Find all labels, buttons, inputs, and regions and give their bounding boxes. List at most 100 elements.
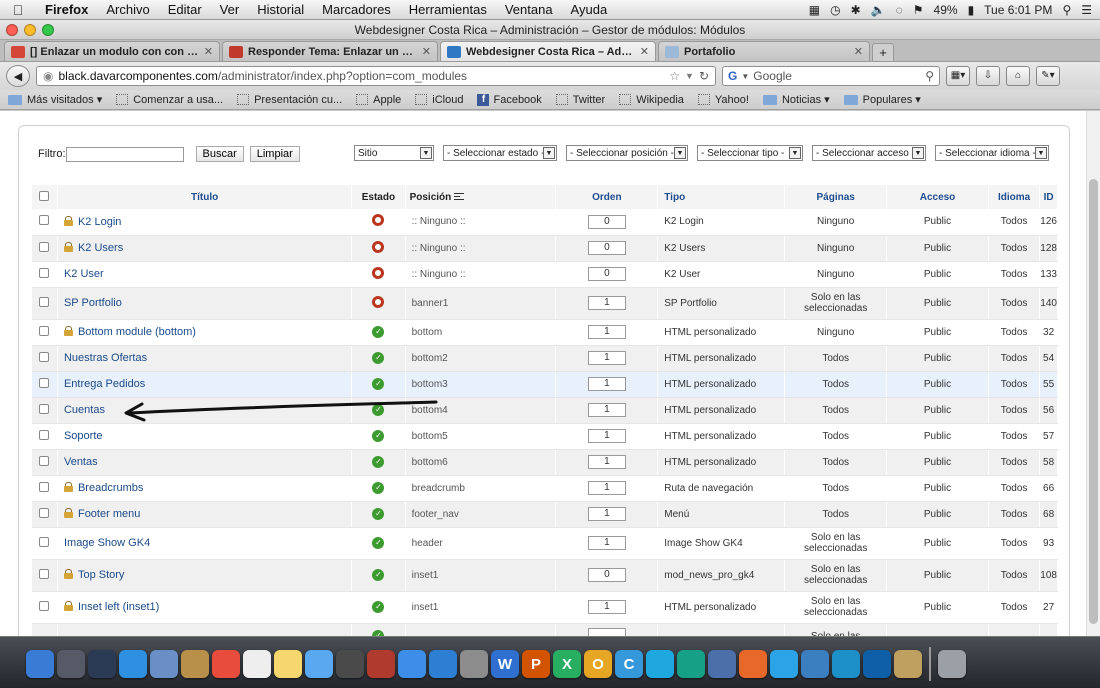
contacts-icon[interactable] — [181, 650, 209, 678]
browser-tab-2[interactable]: Responder Tema: Enlazar un m... ✕ — [222, 41, 438, 61]
search-engine-dropdown-icon[interactable]: ▼ — [741, 72, 749, 81]
mission-control-icon[interactable] — [88, 650, 116, 678]
row-checkbox[interactable] — [39, 241, 50, 252]
app-store-icon[interactable] — [429, 650, 457, 678]
xcode-icon[interactable] — [708, 650, 736, 678]
bookmarks-menu-button[interactable]: ▦▾ — [946, 66, 970, 86]
module-title-link[interactable]: Footer menu — [78, 508, 140, 520]
header-position[interactable]: Posición — [405, 185, 557, 209]
module-title-link[interactable]: Entrega Pedidos — [64, 378, 145, 390]
word-icon[interactable]: W — [491, 650, 519, 678]
module-title-link[interactable]: Soporte — [64, 430, 103, 442]
header-id[interactable]: ID — [1039, 185, 1058, 209]
communicator-icon[interactable]: C — [615, 650, 643, 678]
row-checkbox[interactable] — [39, 403, 50, 414]
published-check-icon[interactable]: ✓ — [372, 430, 385, 442]
close-window-button[interactable] — [6, 24, 18, 36]
position-select[interactable]: - Seleccionar posición - ▼ — [566, 145, 688, 161]
clock[interactable]: Tue 6:01 PM — [984, 3, 1052, 17]
reminders-icon[interactable] — [243, 650, 271, 678]
bookmark-item[interactable]: Más visitados ▾ — [8, 93, 102, 106]
notification-center-icon[interactable]: ☰ — [1081, 3, 1092, 17]
bluetooth-icon[interactable]: ✱ — [851, 3, 861, 17]
lock-icon[interactable] — [63, 482, 73, 492]
google-search-engine-icon[interactable]: G — [728, 69, 737, 83]
order-input[interactable]: 1 — [587, 296, 626, 310]
messages-icon[interactable] — [305, 650, 333, 678]
menu-item-historial[interactable]: Historial — [248, 2, 313, 17]
bookmark-item[interactable]: Populares ▾ — [843, 93, 921, 106]
order-input[interactable] — [587, 627, 626, 636]
order-input[interactable]: 1 — [587, 481, 626, 495]
filter-search-input[interactable] — [65, 146, 184, 162]
home-button[interactable]: ⌂ — [1006, 66, 1030, 86]
browser-tab-4[interactable]: Portafolio ✕ — [658, 41, 870, 61]
module-title-link[interactable]: Cuentas — [64, 404, 105, 416]
flag-icon[interactable]: ⚑ — [913, 3, 924, 17]
system-preferences-icon[interactable] — [460, 650, 488, 678]
menu-item-ventana[interactable]: Ventana — [496, 2, 562, 17]
clear-button[interactable]: Limpiar — [249, 146, 300, 162]
bookmark-item[interactable]: Noticias ▾ — [762, 93, 830, 106]
lock-icon[interactable] — [63, 601, 73, 611]
finder-icon[interactable] — [26, 650, 54, 678]
published-check-icon[interactable]: ✓ — [372, 482, 385, 494]
search-placeholder[interactable]: Google — [753, 69, 921, 83]
addon-button[interactable]: ✎▾ — [1036, 66, 1060, 86]
site-identity-icon[interactable]: ◉ — [43, 69, 53, 83]
spotlight-search-icon[interactable]: ⚲ — [1062, 3, 1071, 17]
module-title-link[interactable]: K2 User — [64, 268, 104, 280]
module-title-link[interactable]: K2 Users — [78, 242, 123, 254]
module-title-link[interactable]: Top Story — [78, 569, 124, 581]
lock-icon[interactable] — [63, 326, 73, 336]
browser-tab-1[interactable]: [] Enlazar un modulo con con u... ✕ — [4, 41, 220, 61]
messenger-icon[interactable] — [646, 650, 674, 678]
url-text[interactable]: black.davarcomponentes.com/administrator… — [58, 69, 664, 83]
module-title-link[interactable]: Ventas — [64, 456, 98, 468]
published-check-icon[interactable]: ✓ — [372, 601, 385, 613]
site-select[interactable]: Sitio ▼ — [354, 145, 434, 161]
photo-booth-icon[interactable] — [367, 650, 395, 678]
remote-desktop-icon[interactable] — [677, 650, 705, 678]
order-input[interactable]: 1 — [587, 507, 626, 521]
row-checkbox[interactable] — [39, 296, 50, 307]
close-tab-icon[interactable]: ✕ — [640, 45, 649, 58]
menu-item-editar[interactable]: Editar — [159, 2, 211, 17]
language-select[interactable]: - Seleccionar idioma - ▼ — [935, 145, 1049, 161]
published-check-icon[interactable]: ✓ — [372, 404, 385, 416]
order-input[interactable]: 1 — [587, 325, 626, 339]
unpublished-icon[interactable] — [372, 266, 385, 279]
row-checkbox[interactable] — [39, 351, 50, 362]
launchpad-icon[interactable] — [57, 650, 85, 678]
safari-icon[interactable] — [119, 650, 147, 678]
module-title-link[interactable]: Bottom module (bottom) — [78, 326, 196, 338]
mail-icon[interactable] — [150, 650, 178, 678]
lock-icon[interactable] — [63, 215, 73, 226]
menu-item-firefox[interactable]: Firefox — [36, 2, 97, 17]
pencil-icon[interactable] — [801, 650, 829, 678]
menu-item-ayuda[interactable]: Ayuda — [562, 2, 617, 17]
unpublished-icon[interactable] — [372, 214, 385, 227]
bookmark-item[interactable]: f Facebook — [477, 93, 542, 106]
row-checkbox[interactable] — [39, 568, 50, 579]
row-checkbox[interactable] — [39, 429, 50, 440]
order-input[interactable]: 0 — [587, 241, 626, 255]
preview-icon[interactable] — [894, 650, 922, 678]
bookmark-item[interactable]: Twitter — [555, 94, 605, 106]
header-language[interactable]: Idioma — [988, 185, 1041, 209]
scrollbar-thumb[interactable] — [1089, 179, 1098, 624]
search-magnifier-icon[interactable]: ⚲ — [925, 69, 934, 83]
row-checkbox[interactable] — [39, 377, 50, 388]
page-scrollbar[interactable] — [1086, 111, 1100, 636]
bookmark-item[interactable]: Yahoo! — [697, 94, 749, 106]
close-tab-icon[interactable]: ✕ — [422, 45, 431, 58]
reload-icon[interactable]: ↻ — [699, 69, 709, 83]
adium-icon[interactable] — [832, 650, 860, 678]
downloads-button[interactable]: ⇩ — [976, 66, 1000, 86]
bookmark-item[interactable]: Wikipedia — [619, 94, 684, 106]
menu-item-herramientas[interactable]: Herramientas — [400, 2, 496, 17]
zoom-window-button[interactable] — [42, 24, 54, 36]
calendar-icon[interactable] — [212, 650, 240, 678]
header-state[interactable]: Estado — [351, 185, 406, 209]
order-input[interactable]: 1 — [587, 351, 626, 365]
